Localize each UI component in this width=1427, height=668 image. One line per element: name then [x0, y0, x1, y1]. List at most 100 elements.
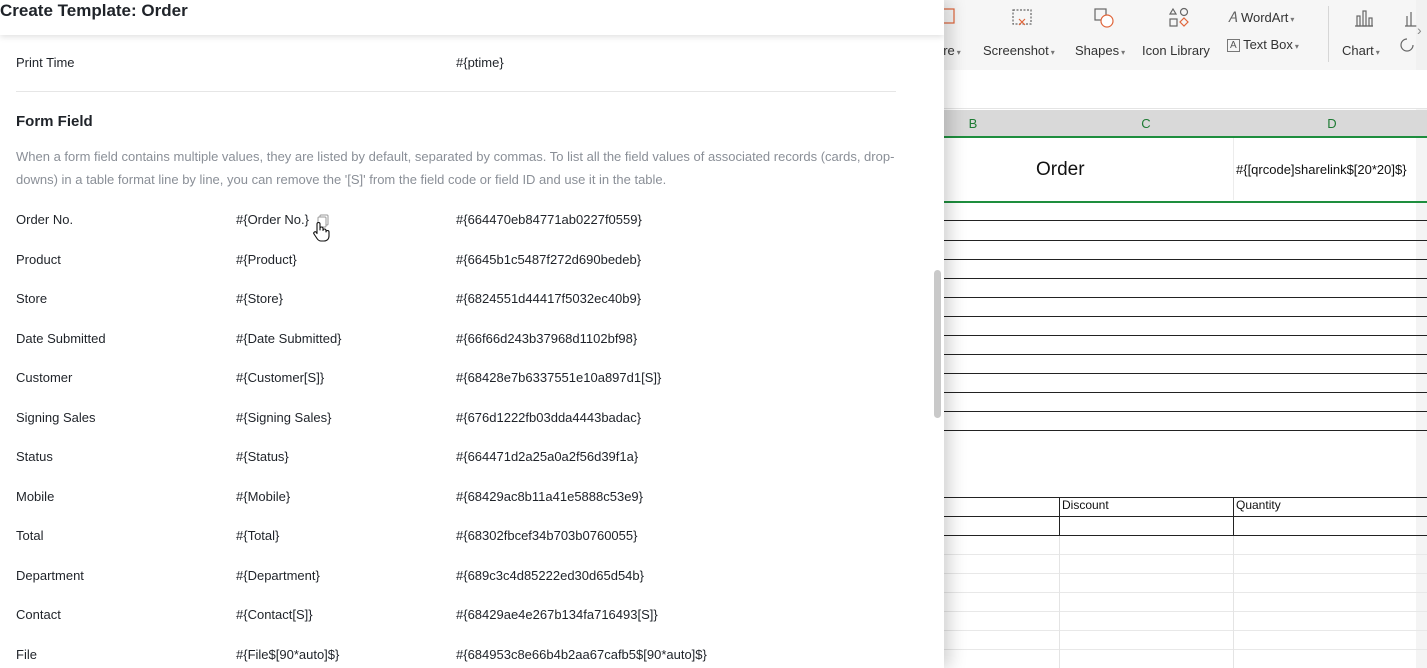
- text-box-label: Text Box: [1243, 37, 1293, 52]
- selection-border: [944, 201, 1427, 203]
- print-time-row: Print Time #{ptime}: [16, 55, 896, 75]
- field-name: Date Submitted: [16, 331, 106, 346]
- row-border: [944, 373, 1427, 374]
- chart-button[interactable]: Chart ▾: [1340, 6, 1388, 58]
- form-field-section-title: Form Field: [16, 113, 93, 130]
- field-id[interactable]: #{68429ae4e267b134fa716493[S]}: [456, 607, 658, 622]
- icon-library-label: Icon Library: [1142, 43, 1210, 58]
- field-code[interactable]: #{Order No.}: [236, 212, 309, 227]
- chart-label: Chart: [1342, 43, 1374, 58]
- screenshot-button[interactable]: Screenshot ▾: [982, 6, 1062, 58]
- row-border: [944, 220, 1427, 221]
- grid-line: [944, 592, 1427, 593]
- table-header-quantity[interactable]: Quantity: [1236, 498, 1281, 512]
- table-header-discount[interactable]: Discount: [1062, 498, 1109, 512]
- sheet-order-title[interactable]: Order: [1036, 159, 1085, 181]
- screenshot-label: Screenshot: [983, 43, 1049, 58]
- column-header-b[interactable]: B: [963, 116, 983, 131]
- row-border: [944, 297, 1427, 298]
- icon-library-button[interactable]: Icon Library: [1142, 6, 1216, 58]
- table-row: File #{File$[90*auto]$} #{684953c8e66b4b…: [16, 647, 896, 667]
- scrollbar-thumb[interactable]: [934, 270, 941, 418]
- field-code[interactable]: #{Signing Sales}: [236, 410, 331, 425]
- field-code[interactable]: #{Mobile}: [236, 489, 290, 504]
- field-name: File: [16, 647, 37, 662]
- text-box-button[interactable]: A Text Box ▾: [1227, 37, 1299, 52]
- shapes-label: Shapes: [1075, 43, 1120, 58]
- grid-line: [944, 573, 1427, 574]
- field-id[interactable]: #{6645b1c5487f272d690bedeb}: [456, 252, 641, 267]
- wordart-button[interactable]: 𝐴 WordArt ▾: [1228, 9, 1294, 26]
- column-header-row: B C D: [944, 110, 1427, 138]
- shapes-button[interactable]: Shapes ▾: [1074, 6, 1134, 58]
- column-header-c[interactable]: C: [1136, 116, 1156, 131]
- table-row: Date Submitted #{Date Submitted} #{66f66…: [16, 331, 896, 351]
- sheet-qrcode-cell[interactable]: #{[qrcode]sharelink$[20*20]$}: [1236, 162, 1407, 177]
- field-id[interactable]: #{676d1222fb03dda4443badac}: [456, 410, 641, 425]
- field-code[interactable]: #{Status}: [236, 449, 289, 464]
- table-border: [944, 516, 1427, 517]
- field-id[interactable]: #{68429ac8b11a41e5888c53e9}: [456, 489, 643, 504]
- form-field-description: When a form field contains multiple valu…: [16, 149, 895, 187]
- column-header-d[interactable]: D: [1322, 116, 1342, 131]
- table-row: Customer #{Customer[S]} #{68428e7b633755…: [16, 370, 896, 390]
- chart-icon: [1355, 10, 1373, 27]
- ribbon-partial-item[interactable]: ure▾: [944, 6, 961, 58]
- field-name: Signing Sales: [16, 410, 96, 425]
- formula-bar[interactable]: [944, 70, 1427, 109]
- field-id[interactable]: #{664470eb84771ab0227f0559}: [456, 212, 642, 227]
- table-row: Department #{Department} #{689c3c4d85222…: [16, 568, 896, 588]
- row-border: [944, 316, 1427, 317]
- field-id[interactable]: #{664471d2a25a0a2f56d39f1a}: [456, 449, 638, 464]
- grid-line: [944, 630, 1427, 631]
- field-name: Print Time: [16, 55, 75, 70]
- text-box-icon: A: [1227, 39, 1240, 52]
- field-id[interactable]: #{689c3c4d85222ed30d65d54b}: [456, 568, 644, 583]
- table-row: Status #{Status} #{664471d2a25a0a2f56d39…: [16, 449, 896, 469]
- row-border: [944, 430, 1427, 431]
- table-row: Order No. #{Order No.} #{664470eb84771ab…: [16, 212, 896, 232]
- field-name: Customer: [16, 370, 73, 385]
- ribbon-scroll-right-icon[interactable]: ›: [1417, 22, 1422, 38]
- field-code[interactable]: #{Total}: [236, 528, 279, 543]
- field-code[interactable]: #{Date Submitted}: [236, 331, 342, 346]
- table-border: [944, 497, 1427, 498]
- order-title-row: Order #{[qrcode]sharelink$[20*20]$}: [944, 138, 1427, 200]
- grid-line: [944, 554, 1427, 555]
- row-border: [944, 335, 1427, 336]
- pie-chart-icon[interactable]: [1399, 37, 1415, 56]
- icon-library-icon: [1168, 7, 1189, 27]
- ribbon-separator: [1328, 6, 1329, 62]
- field-code[interactable]: #{Department}: [236, 568, 320, 583]
- field-id[interactable]: #{66f66d243b37968d1102bf98}: [456, 331, 637, 346]
- grid-line: [1233, 536, 1234, 668]
- field-code[interactable]: #{Contact[S]}: [236, 607, 313, 622]
- more-chart-icon[interactable]: [1403, 8, 1417, 31]
- table-row: Mobile #{Mobile} #{68429ac8b11a41e5888c5…: [16, 489, 896, 509]
- wordart-icon: 𝐴: [1228, 9, 1238, 25]
- field-name: Contact: [16, 607, 61, 622]
- table-row: Signing Sales #{Signing Sales} #{676d122…: [16, 410, 896, 430]
- field-id[interactable]: #{6824551d44417f5032ec40b9}: [456, 291, 641, 306]
- field-id[interactable]: #{68302fbcef34b703b0760055}: [456, 528, 637, 543]
- ribbon-partial-label: ure: [944, 43, 955, 58]
- field-id[interactable]: #{68428e7b6337551e10a897d1[S]}: [456, 370, 661, 385]
- field-name: Status: [16, 449, 53, 464]
- section-divider: [16, 91, 896, 92]
- field-code[interactable]: #{Store}: [236, 291, 283, 306]
- field-id[interactable]: #{684953c8e66b4b2aa67cafb5$[90*auto]$}: [456, 647, 707, 662]
- field-name: Store: [16, 291, 48, 306]
- field-code[interactable]: #{Customer[S]}: [236, 370, 324, 385]
- table-row: Store #{Store} #{6824551d44417f5032ec40b…: [16, 291, 896, 311]
- field-code[interactable]: #{File$[90*auto]$}: [236, 647, 339, 662]
- row-border: [944, 278, 1427, 279]
- grid-line: [1059, 536, 1060, 668]
- row-border: [944, 354, 1427, 355]
- create-template-dialog: Create Template: Order Print Time #{ptim…: [0, 0, 944, 668]
- field-id[interactable]: #{ptime}: [456, 55, 504, 70]
- field-name: Product: [16, 252, 61, 267]
- screenshot-icon: [1012, 9, 1032, 26]
- field-code[interactable]: #{Product}: [236, 252, 297, 267]
- wordart-label: WordArt: [1240, 10, 1289, 25]
- row-border: [944, 259, 1427, 260]
